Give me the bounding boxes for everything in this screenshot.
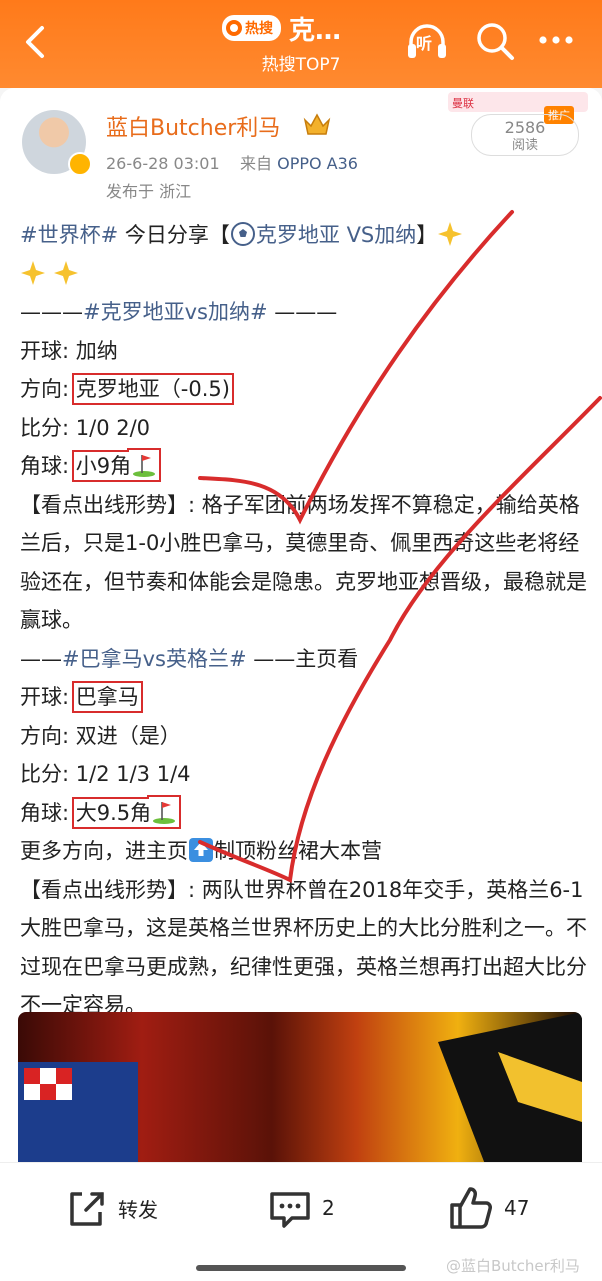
repost-button[interactable]: 转发	[64, 1185, 158, 1231]
hot-search-badge: 热搜	[222, 15, 281, 41]
field-value: 大9.5角	[75, 800, 152, 825]
post-line: 比分: 1/2 1/3 1/4	[20, 755, 590, 794]
field-value-highlighted: 克罗地亚（-0.5)	[71, 373, 234, 405]
from-prefix: 来自	[240, 154, 273, 173]
hot-search-icon	[226, 20, 242, 36]
top-bar: 热搜 克… 热搜TOP7 听	[0, 0, 602, 88]
field-label: 角球:	[20, 800, 76, 825]
post-text: ——主页看	[246, 646, 359, 671]
sparkle-star-icon	[21, 260, 45, 285]
crown-icon	[303, 113, 331, 135]
post-text: ———	[20, 300, 83, 324]
listen-button[interactable]: 听	[404, 18, 450, 64]
post-line: ———#克罗地亚vs加纳# ———	[20, 293, 590, 332]
checkered-shield	[24, 1068, 72, 1100]
field-value-highlighted: 巴拿马	[71, 681, 143, 713]
page-title: 克…	[289, 15, 342, 46]
post-line: 开球: 加纳	[20, 332, 590, 371]
post-text: ———	[267, 300, 338, 324]
field-label: 比分:	[20, 415, 76, 440]
field-value: 小9角	[75, 454, 132, 478]
page-title-area: 热搜 克…	[222, 8, 382, 48]
post-line: 开球: 巴拿马	[20, 678, 590, 717]
croatia-flag-graphic	[18, 1012, 582, 1162]
post-line: 比分: 1/0 2/0	[20, 409, 590, 448]
analysis-paragraph: 【看点出线形势】: 两队世界杯曾在2018年交手，英格兰6-1大胜巴拿马，这是英…	[20, 877, 587, 1018]
post-text: 】	[416, 223, 438, 247]
search-icon[interactable]	[472, 18, 518, 64]
post-line: 方向: 双进（是）	[20, 717, 590, 756]
soccer-ball-icon	[230, 222, 255, 246]
golf-flag-icon	[153, 801, 176, 824]
like-button[interactable]: 47	[448, 1185, 529, 1231]
post-line: 方向: 克罗地亚（-0.5)	[20, 370, 590, 409]
field-value-highlighted: 小9角	[71, 450, 162, 482]
post-line: 更多方向，进主页 制顶粉丝裙大本营	[20, 832, 590, 871]
read-count: 2586	[504, 118, 546, 137]
field-label: 比分:	[20, 762, 76, 786]
comment-button[interactable]: 2	[268, 1185, 335, 1231]
hashtag-link[interactable]: #世界杯#	[20, 223, 118, 247]
repost-label: 转发	[118, 1197, 158, 1222]
comment-icon	[270, 1192, 310, 1228]
hot-search-badge-label: 热搜	[245, 21, 273, 37]
author-name[interactable]: 蓝白Butcher利马	[106, 110, 280, 142]
read-label: 阅读	[511, 138, 538, 153]
field-label: 开球:	[20, 338, 76, 363]
post-location: 发布于 浙江	[106, 182, 192, 201]
verified-badge-icon	[68, 152, 92, 176]
hashtag-link[interactable]: #巴拿马vs英格兰#	[62, 647, 247, 671]
field-label: 角球:	[20, 454, 76, 478]
field-label: 开球:	[20, 685, 76, 709]
device-name[interactable]: OPPO A36	[277, 154, 358, 173]
field-label: 方向:	[20, 377, 76, 401]
post-text: 制顶粉丝裙大本营	[214, 839, 382, 863]
post-body: #世界杯# 今日分享【 克罗地亚 VS加纳】 ———#克罗地亚vs加纳# ——— …	[20, 216, 590, 1025]
more-options-icon[interactable]	[534, 18, 580, 64]
action-bar: 转发 2 47 @蓝白Butcher利马	[0, 1162, 602, 1281]
post-time: 26-6-28 03:01	[106, 154, 220, 173]
post-text: 更多方向，进主页	[20, 839, 188, 863]
ad-banner-text: 曼联	[452, 97, 474, 110]
post-line: ——#巴拿马vs英格兰# ——主页看	[20, 640, 590, 679]
sparkle-star-icon	[53, 260, 78, 285]
topic-link[interactable]: 克罗地亚 VS加纳	[256, 223, 416, 247]
like-count: 47	[504, 1196, 530, 1220]
analysis-paragraph: 【看点出线形势】: 格子军团前两场发挥不算稳定，输给英格兰后，只是1-0小胜巴拿…	[20, 492, 587, 633]
watermark: @蓝白Butcher利马	[446, 1257, 580, 1275]
read-count-badge: 2586 阅读	[471, 114, 579, 156]
post-line: 角球: 大9.5角	[20, 794, 590, 833]
post-text: 今日分享【	[118, 223, 230, 247]
field-value: 1/0 2/0	[75, 415, 151, 440]
field-value-highlighted: 大9.5角	[71, 796, 182, 829]
post-image[interactable]	[18, 1012, 582, 1162]
post-line: 角球: 小9角	[20, 447, 590, 486]
field-value: 加纳	[75, 338, 118, 363]
comment-count: 2	[322, 1196, 335, 1220]
home-indicator[interactable]	[196, 1265, 406, 1271]
post-card: 蓝白Butcher利马 26-6-28 03:01 来自 OPPO A36 发布…	[0, 88, 602, 1162]
sparkle-star-icon	[438, 222, 463, 246]
share-icon	[70, 1192, 104, 1226]
top-arrow-icon	[189, 838, 213, 862]
hashtag-link[interactable]: #克罗地亚vs加纳#	[83, 300, 268, 324]
field-label: 方向:	[20, 723, 76, 748]
post-text: ——	[20, 646, 62, 671]
post-meta: 26-6-28 03:01 来自 OPPO A36	[106, 150, 358, 174]
post-line: #世界杯# 今日分享【 克罗地亚 VS加纳】	[20, 216, 590, 255]
thumbs-up-icon	[450, 1187, 492, 1229]
golf-flag-icon	[133, 455, 156, 477]
listen-label: 听	[416, 34, 433, 53]
field-value: 1/2 1/3 1/4	[75, 762, 191, 786]
post-line	[20, 255, 590, 294]
field-value: 双进（是）	[75, 723, 181, 748]
